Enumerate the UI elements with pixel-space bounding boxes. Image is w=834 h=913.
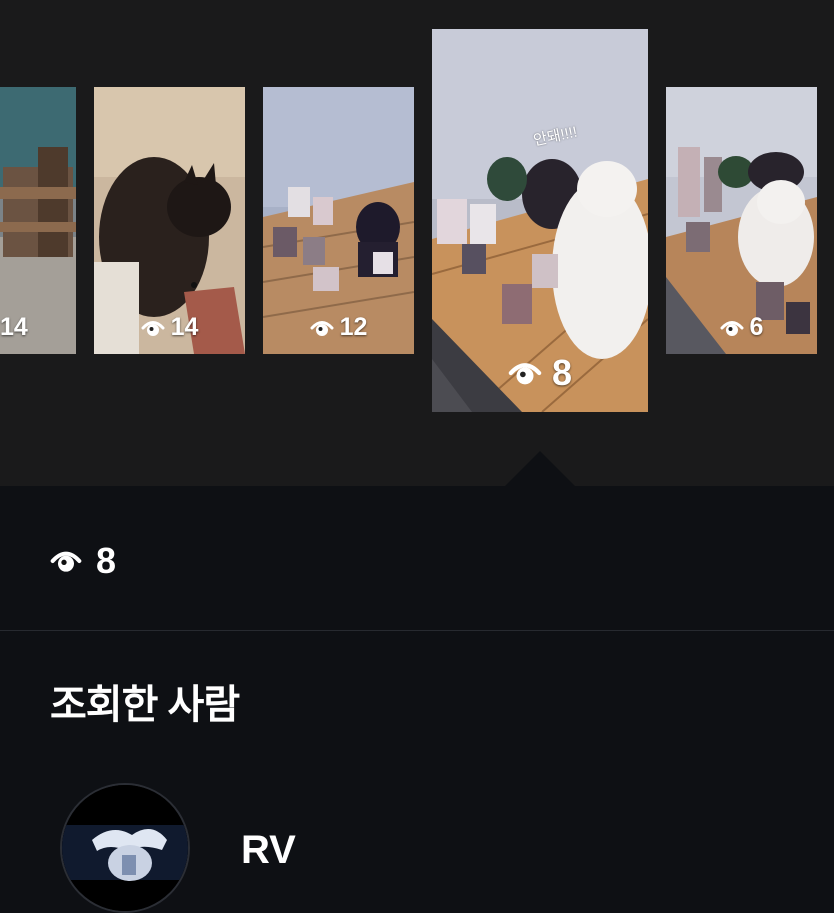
story-views-count-3: 12: [339, 313, 368, 341]
story-views-4: 8: [432, 352, 648, 394]
eye-icon: [141, 320, 165, 336]
story-views-1: 14: [0, 313, 76, 342]
story-thumbnail-2[interactable]: 14: [94, 87, 245, 354]
view-count-summary: 8: [50, 540, 116, 582]
eye-icon: [50, 551, 82, 572]
story-views-3: 12: [263, 313, 414, 342]
view-count-value: 8: [96, 540, 117, 581]
viewer-name: RV: [241, 828, 296, 872]
viewer-list-item[interactable]: RV: [60, 783, 660, 913]
selection-pointer: [505, 451, 575, 486]
story-thumbnail-3[interactable]: 12: [263, 87, 414, 354]
view-count-row: [0, 486, 834, 631]
story-thumbnail-5[interactable]: 6: [666, 87, 817, 354]
story-views-count-4: 8: [551, 352, 573, 393]
story-thumbnail-1[interactable]: 14: [0, 87, 76, 354]
story-views-count-2: 14: [170, 313, 199, 341]
eye-icon: [720, 320, 744, 336]
eye-icon: [508, 363, 542, 385]
story-views-count-1: 14: [0, 313, 28, 341]
viewers-section-title: 조회한 사람: [50, 683, 240, 727]
story-views-5: 6: [666, 313, 817, 342]
eye-icon: [310, 320, 334, 336]
story-views-2: 14: [94, 313, 245, 342]
story-views-count-5: 6: [749, 313, 764, 341]
story-thumbnail-strip: 14 14 12 안돼!!!! 8 6: [0, 0, 834, 486]
story-thumbnail-4-selected[interactable]: 안돼!!!! 8: [432, 29, 648, 412]
